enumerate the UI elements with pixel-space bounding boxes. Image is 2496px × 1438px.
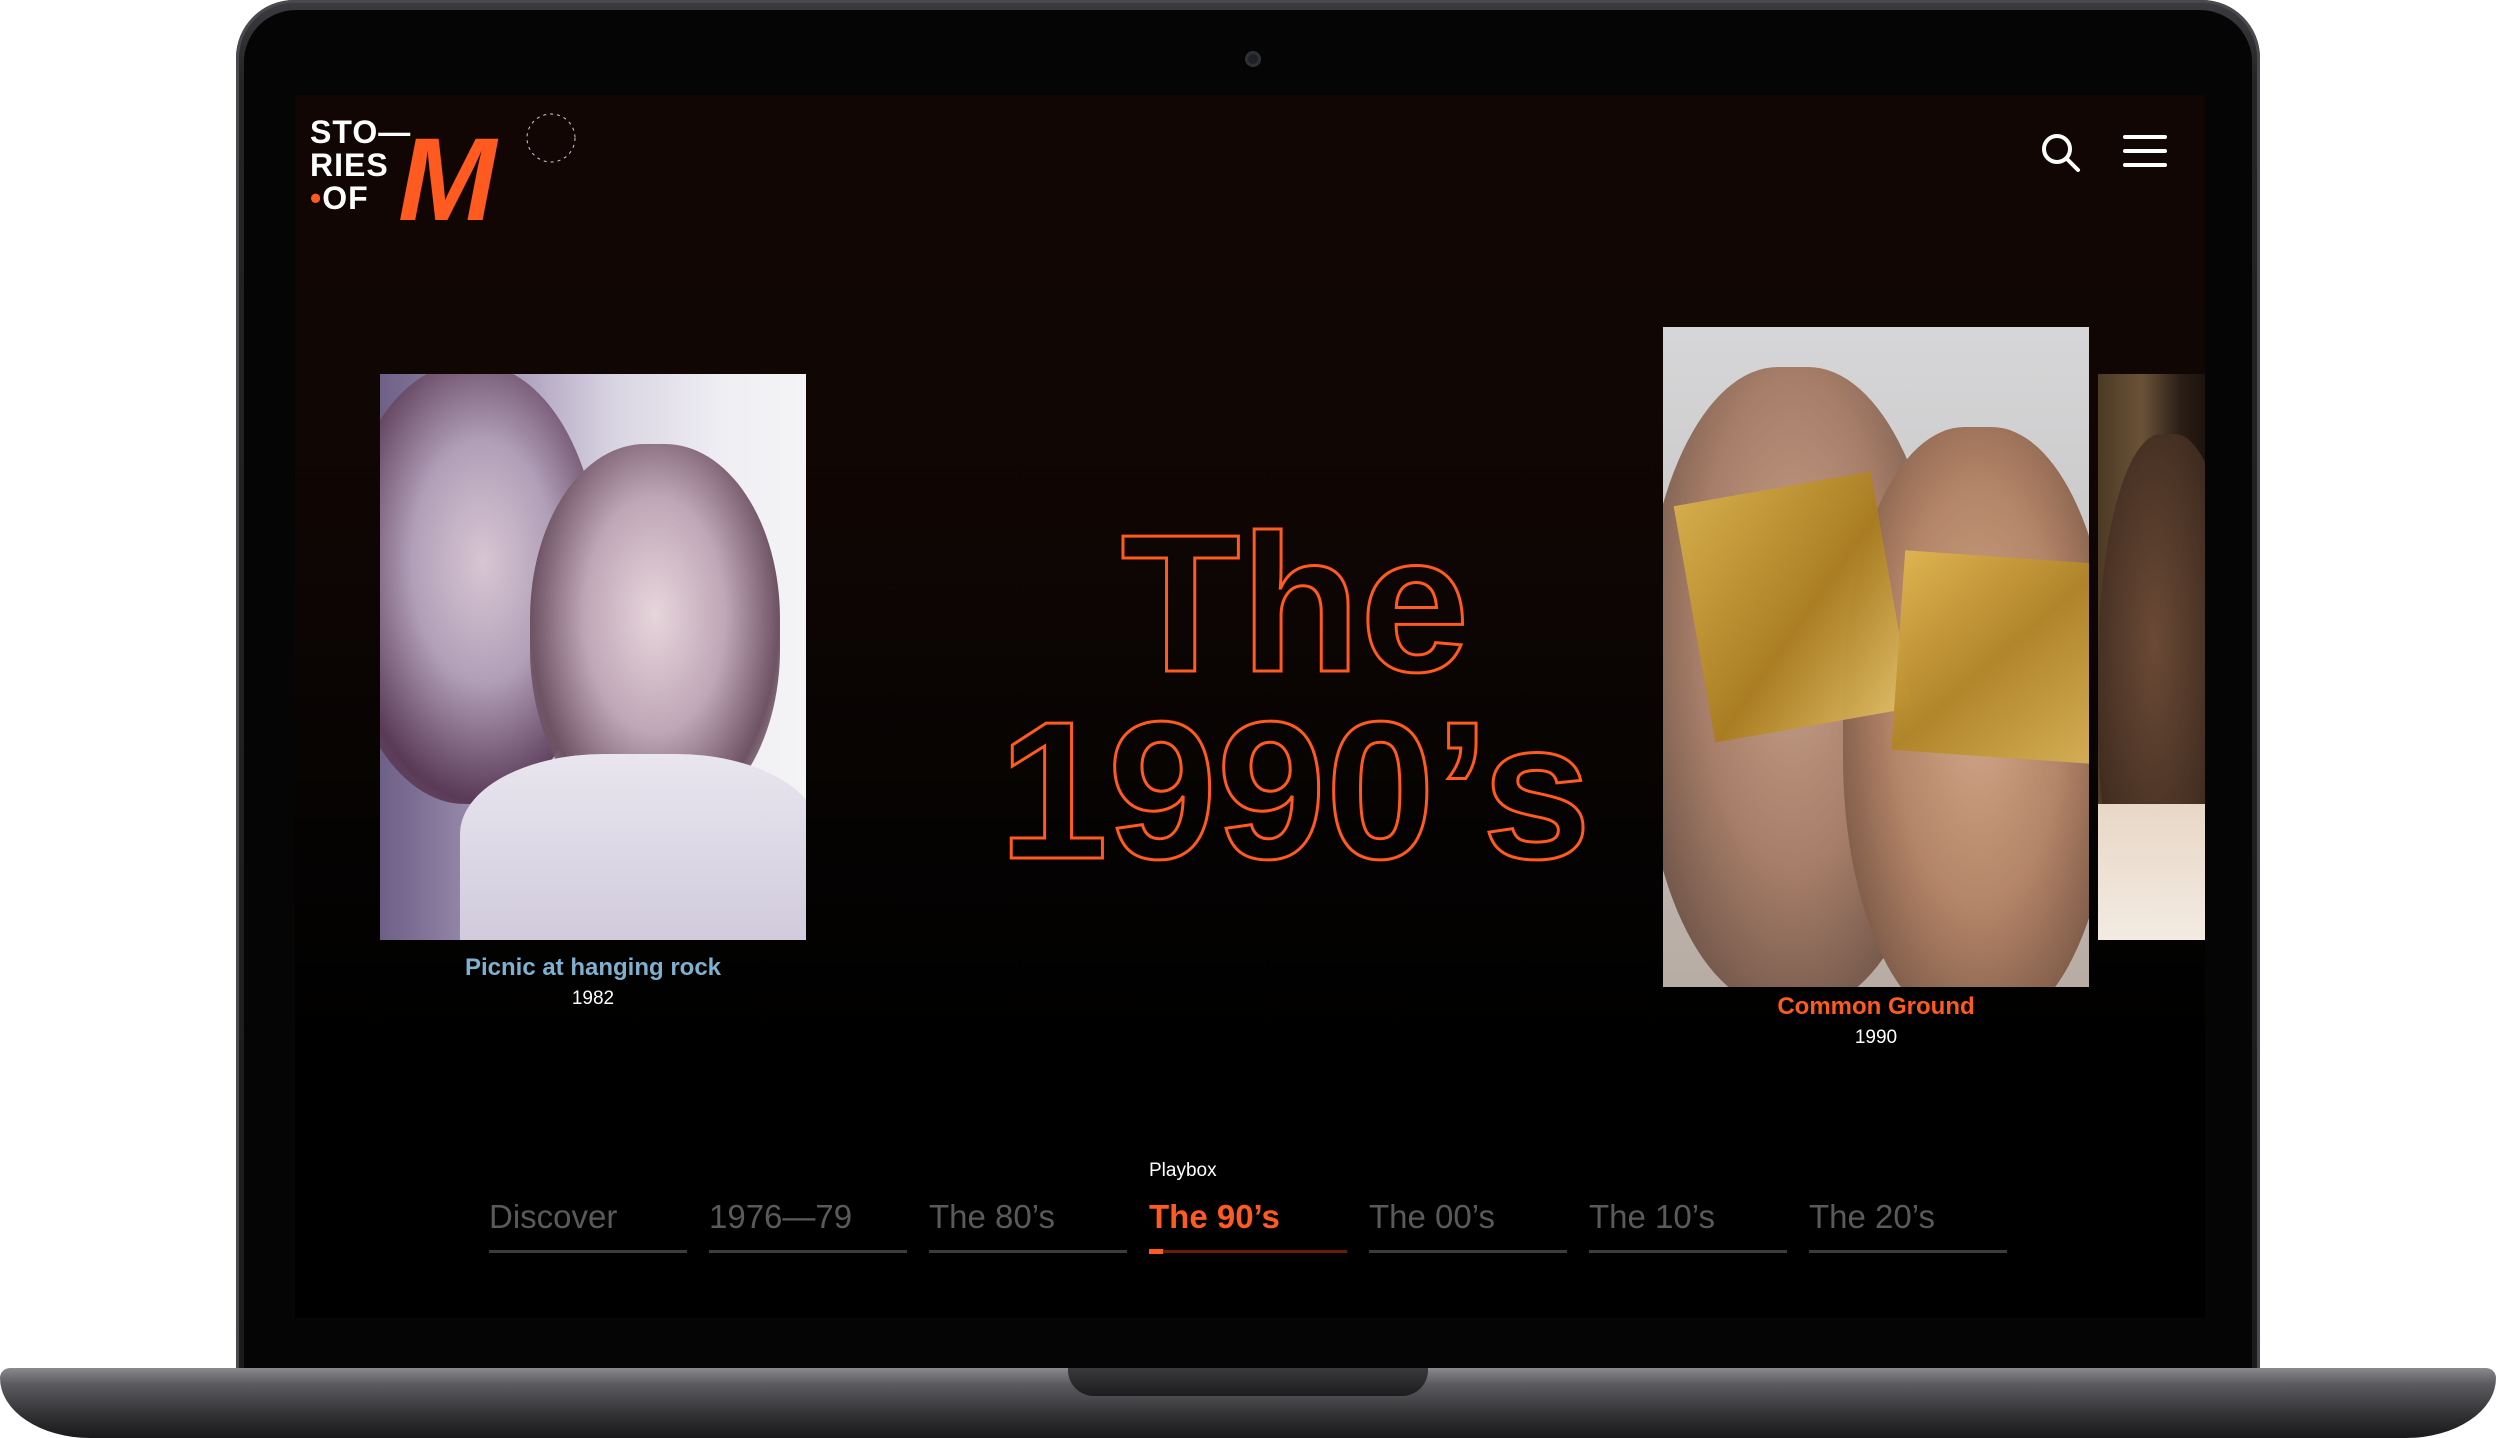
show-year: 1982 (571, 988, 615, 1009)
tab-10s[interactable]: The 10’s (1589, 1148, 1787, 1268)
show-year: 1990 (1854, 1027, 1898, 1048)
show-card[interactable] (2098, 374, 2205, 940)
tab-underline (1369, 1250, 1567, 1253)
search-icon[interactable] (2039, 131, 2083, 175)
logo-line-2: RIES (310, 147, 389, 183)
show-title[interactable]: Picnic at hanging rock (380, 954, 806, 982)
logo-line-3: •OF (310, 180, 369, 216)
tab-underline (489, 1250, 687, 1253)
tab-90s[interactable]: Playbox The 90’s (1149, 1148, 1347, 1268)
tab-label: The 20’s (1809, 1198, 1935, 1235)
tab-20s[interactable]: The 20’s (1809, 1148, 2007, 1268)
screen: STO— RIES •OF M The 1990’s Picnic at han… (295, 95, 2205, 1318)
logo-m-mark: M (398, 113, 576, 228)
tab-label: Discover (489, 1198, 618, 1235)
tab-label: The 00’s (1369, 1198, 1495, 1235)
tab-1976-79[interactable]: 1976—79 (709, 1148, 907, 1268)
tab-label: The 10’s (1589, 1198, 1715, 1235)
tab-80s[interactable]: The 80’s (929, 1148, 1127, 1268)
tab-underline (709, 1250, 907, 1253)
tab-progress-bar (1149, 1249, 1163, 1254)
show-title[interactable]: Common Ground (1663, 993, 2089, 1021)
tab-label: The 90’s (1149, 1198, 1280, 1235)
tab-label: 1976—79 (709, 1198, 853, 1235)
tab-eyebrow: Playbox (1149, 1160, 1217, 1181)
laptop-opening-notch (1068, 1368, 1428, 1396)
show-poster-image (1663, 327, 2089, 987)
show-poster-image (2098, 374, 2205, 940)
tab-underline (1809, 1250, 2007, 1253)
tab-label: The 80’s (929, 1198, 1055, 1235)
decade-headline: The 1990’s (997, 493, 1592, 902)
svg-text:M: M (398, 114, 499, 228)
stories-of-m-logo[interactable]: STO— RIES •OF M (310, 98, 610, 228)
logo-ring-icon (526, 113, 576, 163)
headline-line-2: 1990’s (999, 681, 1591, 900)
show-poster-image (380, 374, 806, 940)
tab-00s[interactable]: The 00’s (1369, 1148, 1567, 1268)
tab-underline (929, 1250, 1127, 1253)
hamburger-menu-icon[interactable] (2123, 135, 2167, 169)
tab-discover[interactable]: Discover (489, 1148, 687, 1268)
show-card[interactable]: Picnic at hanging rock 1982 (380, 374, 806, 1024)
logo-line-1: STO— (310, 114, 412, 150)
tab-underline (1149, 1250, 1347, 1253)
tab-underline (1589, 1250, 1787, 1253)
show-card[interactable]: Common Ground 1990 (1663, 327, 2089, 1057)
camera-icon (1245, 51, 1261, 67)
decade-nav: Discover 1976—79 The 80’s Playbox The 90… (489, 1148, 2029, 1268)
logo-dot-icon: • (310, 180, 323, 216)
